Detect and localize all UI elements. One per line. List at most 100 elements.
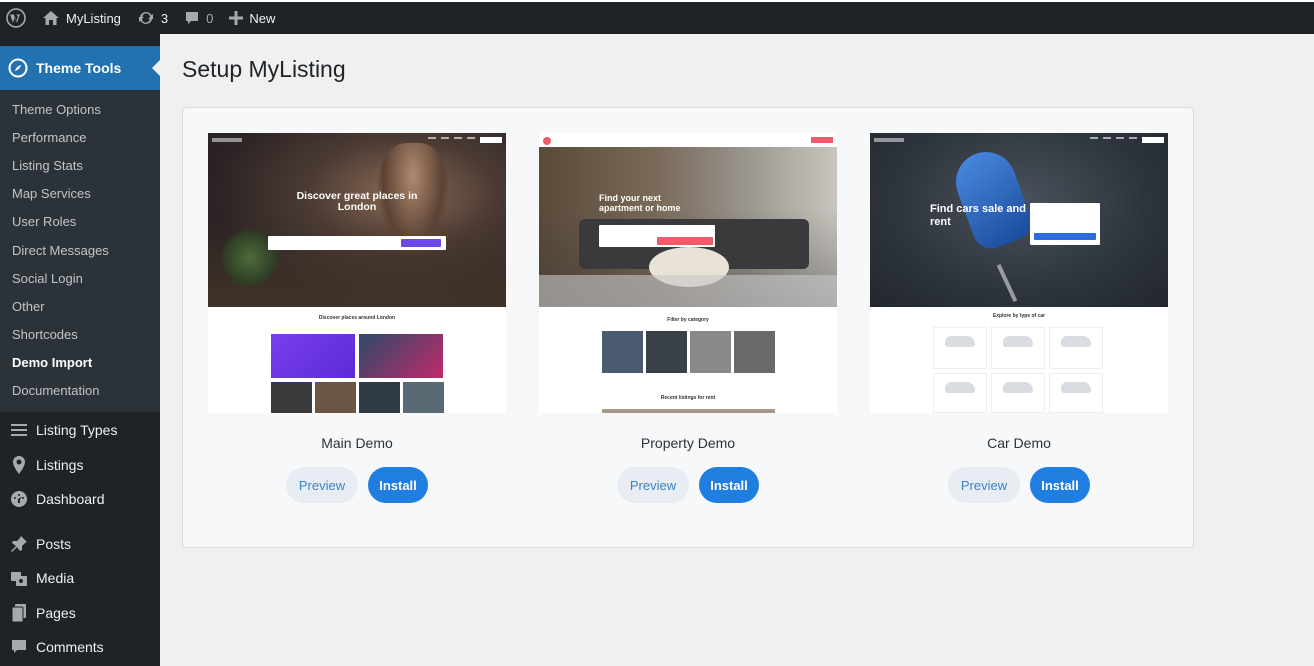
main-demo-hero-image: Discover great places in London (208, 133, 506, 307)
submenu-item-direct-messages[interactable]: Direct Messages (0, 236, 160, 264)
page-title: Setup MyListing (182, 56, 346, 82)
demo-thumbnail-main[interactable]: Discover great places in London Discover… (208, 133, 506, 413)
site-name-link[interactable]: MyListing (34, 2, 129, 34)
preview-button-main[interactable]: Preview (286, 467, 358, 503)
menu-listing-types[interactable]: Listing Types (0, 413, 160, 448)
demo-thumbnail-car[interactable]: Find cars sale and rent Explore by type … (870, 133, 1168, 413)
comment-bubble-icon (184, 10, 200, 26)
submenu-item-user-roles[interactable]: User Roles (0, 208, 160, 236)
main-demo-section-title: Discover places around London (318, 315, 396, 321)
admin-sidebar: Theme Tools Theme Options Performance Li… (0, 34, 160, 666)
install-button-property[interactable]: Install (699, 467, 759, 503)
submenu-item-map-services[interactable]: Map Services (0, 180, 160, 208)
compass-icon (8, 58, 28, 78)
car-demo-card (933, 327, 987, 369)
pushpin-icon (9, 534, 29, 554)
wordpress-icon (6, 8, 26, 28)
car-demo-card (933, 373, 987, 413)
main-content: Setup MyListing Discover great places in… (160, 34, 1314, 666)
demo-name-property: Property Demo (640, 435, 736, 451)
updates-link[interactable]: 3 (129, 2, 176, 34)
location-pin-icon (9, 455, 29, 475)
property-demo-thumb-search (599, 225, 715, 247)
demo-card-main: Discover great places in London Discover… (208, 133, 506, 503)
media-icon (9, 568, 29, 588)
menu-dashboard[interactable]: Dashboard (0, 482, 160, 517)
submenu-item-shortcodes[interactable]: Shortcodes (0, 321, 160, 349)
property-demo-tile (602, 331, 643, 373)
demo-thumbnail-property[interactable]: Find your next apartment or home Filter … (539, 133, 837, 413)
car-demo-card (991, 373, 1045, 413)
menu-pages-label: Pages (36, 604, 76, 621)
home-icon (42, 10, 60, 26)
menu-listing-types-label: Listing Types (36, 422, 118, 439)
car-demo-hero-image: Find cars sale and rent (870, 133, 1168, 307)
list-icon (9, 420, 29, 440)
updates-count: 3 (160, 10, 169, 26)
menu-posts-label: Posts (36, 535, 72, 552)
comment-icon (9, 637, 29, 657)
property-demo-tile (734, 331, 775, 373)
submenu-item-social-login[interactable]: Social Login (0, 264, 160, 292)
preview-button-car[interactable]: Preview (948, 467, 1020, 503)
pages-icon (9, 603, 29, 623)
car-demo-card (991, 327, 1045, 369)
plus-icon (229, 11, 244, 25)
menu-theme-tools-label: Theme Tools (36, 60, 122, 76)
menu-posts[interactable]: Posts (0, 527, 160, 562)
main-demo-tile (271, 334, 355, 378)
menu-comments-label: Comments (36, 639, 104, 656)
submenu-item-listing-stats[interactable]: Listing Stats (0, 151, 160, 179)
menu-listings-label: Listings (36, 456, 84, 473)
preview-button-property[interactable]: Preview (617, 467, 689, 503)
install-button-car[interactable]: Install (1030, 467, 1090, 503)
menu-separator (0, 517, 160, 527)
car-demo-thumb-search (1030, 203, 1100, 245)
admin-bar: MyListing 3 0 New (0, 0, 1314, 34)
demo-import-panel: Discover great places in London Discover… (182, 107, 1194, 548)
install-button-main[interactable]: Install (368, 467, 428, 503)
submenu-item-theme-options[interactable]: Theme Options (0, 95, 160, 123)
theme-tools-submenu: Theme Options Performance Listing Stats … (0, 90, 160, 413)
main-demo-tile (359, 382, 400, 413)
menu-listings[interactable]: Listings (0, 448, 160, 483)
property-demo-tile (602, 409, 775, 413)
car-demo-section-title: Explore by type of car (992, 313, 1046, 319)
menu-media-label: Media (36, 570, 75, 587)
car-demo-card (1049, 327, 1103, 369)
submenu-item-documentation[interactable]: Documentation (0, 377, 160, 405)
comments-count: 0 (206, 10, 214, 26)
menu-pages[interactable]: Pages (0, 596, 160, 631)
submenu-item-other[interactable]: Other (0, 292, 160, 320)
new-label: New (249, 10, 276, 26)
property-demo-section-title: Filter by category (667, 317, 709, 323)
new-content-link[interactable]: New (221, 2, 283, 34)
menu-theme-tools[interactable]: Theme Tools (0, 46, 160, 90)
wordpress-logo-button[interactable] (0, 2, 34, 34)
main-demo-thumb-search (268, 236, 446, 250)
submenu-item-performance[interactable]: Performance (0, 123, 160, 151)
property-demo-thumb-nav (539, 133, 837, 147)
site-name: MyListing (66, 10, 121, 26)
main-demo-tile (315, 382, 356, 413)
car-demo-hero-title: Find cars sale and rent (930, 203, 1026, 228)
main-demo-tile (359, 334, 443, 378)
property-demo-tile (646, 331, 687, 373)
demo-card-car: Find cars sale and rent Explore by type … (870, 133, 1168, 503)
menu-comments[interactable]: Comments (0, 630, 160, 665)
submenu-item-demo-import[interactable]: Demo Import (0, 349, 160, 377)
property-demo-hero-title: Find your next apartment or home (599, 193, 681, 213)
dashboard-icon (9, 489, 29, 509)
property-demo-section-title-2: Recent listings for rent (660, 395, 716, 401)
car-demo-card (1049, 373, 1103, 413)
menu-dashboard-label: Dashboard (36, 491, 105, 508)
main-demo-tile (403, 382, 444, 413)
car-demo-thumb-nav (870, 133, 1168, 147)
demo-name-car: Car Demo (987, 435, 1051, 451)
comments-link[interactable]: 0 (176, 2, 221, 34)
main-demo-thumb-nav (208, 133, 506, 147)
menu-media[interactable]: Media (0, 561, 160, 596)
current-menu-arrow (152, 60, 160, 76)
demo-name-main: Main Demo (321, 435, 393, 451)
property-demo-tile (690, 331, 731, 373)
